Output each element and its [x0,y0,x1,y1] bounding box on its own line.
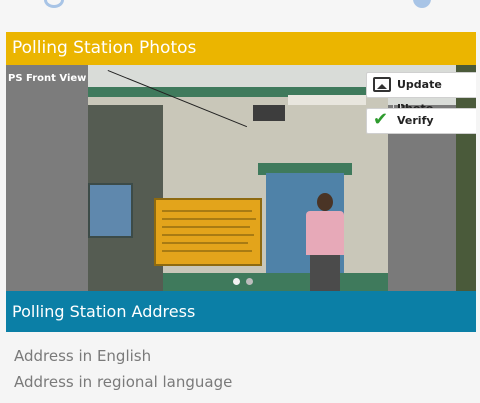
photo-trees [456,65,476,291]
address-english-field[interactable]: Address in English [14,347,151,365]
photo-roof-sign [288,95,366,105]
sync-icon[interactable] [44,0,64,8]
photo-carousel[interactable]: PS Front View Update ✔ Verify [6,65,476,291]
status-dot-icon[interactable] [413,0,431,8]
photo-person [300,193,350,291]
address-regional-field[interactable]: Address in regional language [14,373,232,391]
screen: Polling Station Photos PS Front View Upd… [0,0,480,403]
photos-section-header: Polling Station Photos [6,32,476,65]
photo-base [163,273,388,291]
top-bar [0,0,480,32]
photo-window [88,183,133,238]
check-icon: ✔ [373,109,389,130]
pager-dot-active[interactable] [233,278,240,285]
pager-dot[interactable] [246,278,253,285]
address-section-header: Polling Station Address [6,291,476,332]
carousel-pager [233,270,259,289]
photo-side-panel: PS Front View [6,65,88,291]
photo-vent [253,105,285,121]
photo-notice-board [154,198,262,266]
photo-label: PS Front View [8,73,87,84]
photo-icon [373,77,391,92]
verify-button[interactable]: ✔ Verify [366,108,476,134]
update-photo-button[interactable]: Update Photo [366,72,476,115]
verify-label: Verify [397,114,434,127]
